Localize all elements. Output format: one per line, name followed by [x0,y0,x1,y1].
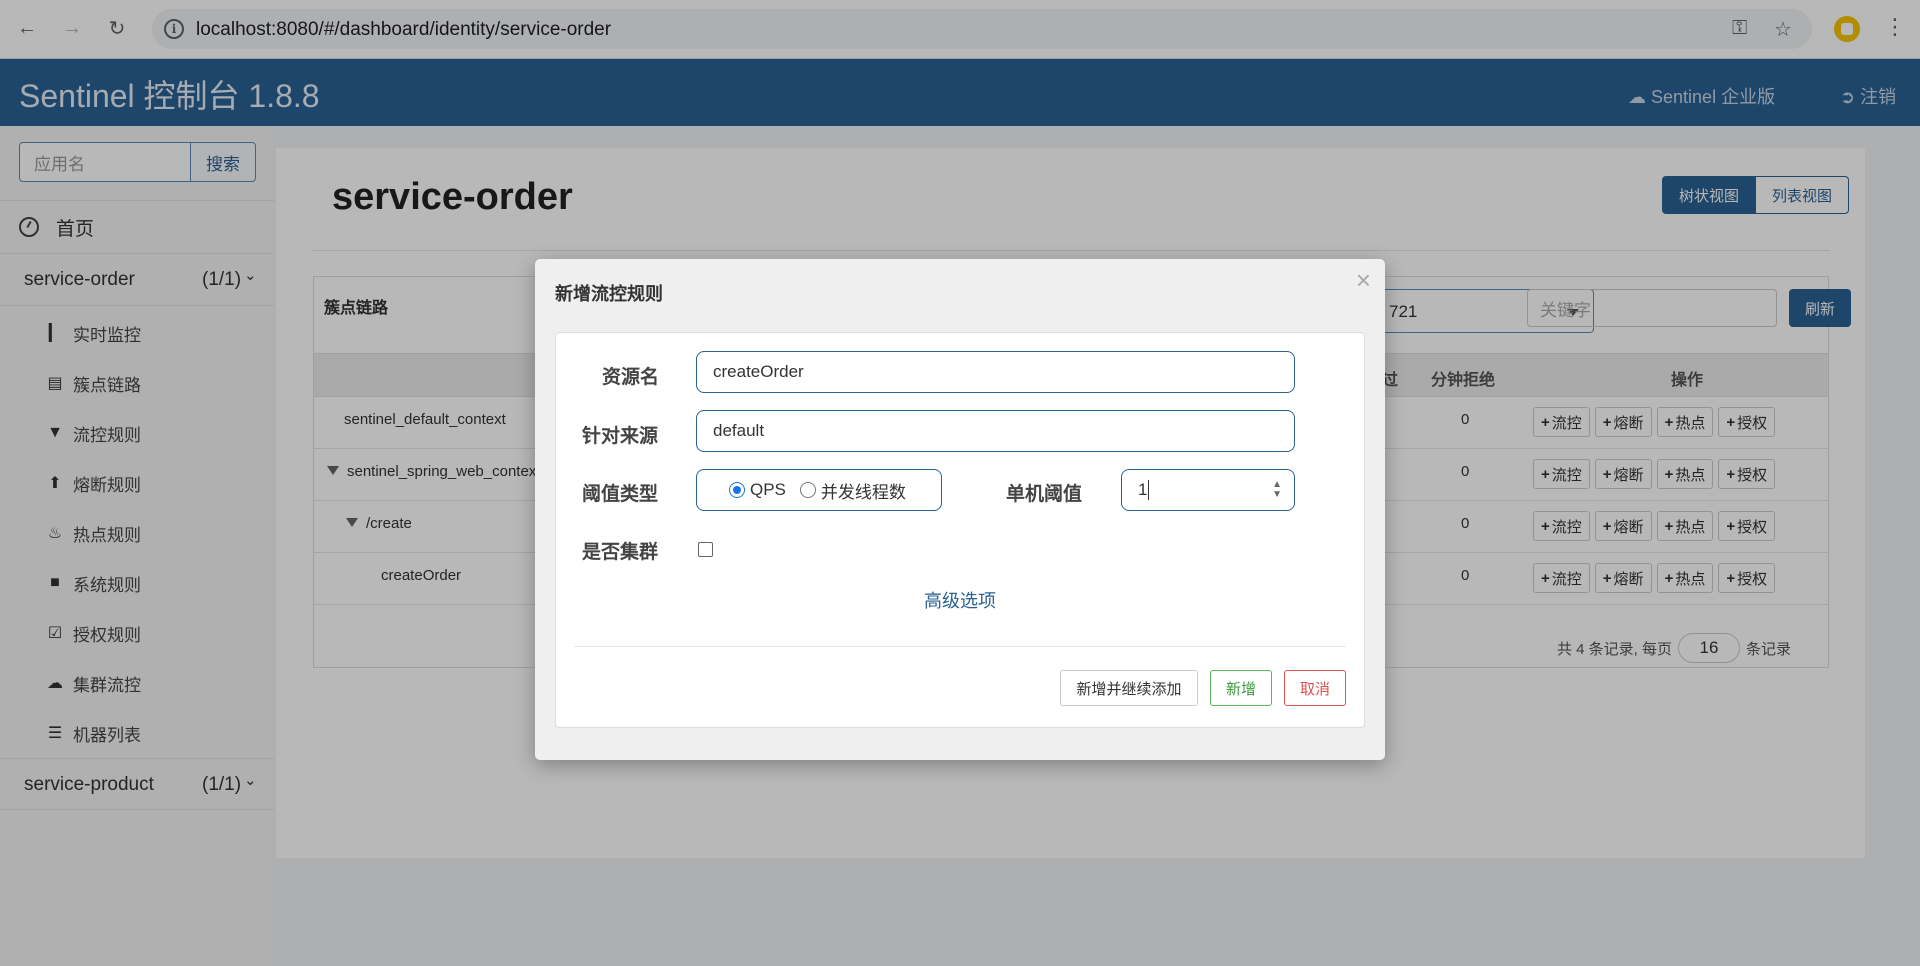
add-button[interactable]: 新增 [1210,670,1272,706]
threshold-type-group: QPS 并发线程数 [696,469,942,511]
add-and-continue-button[interactable]: 新增并继续添加 [1060,670,1198,706]
resource-input[interactable]: createOrder [696,351,1295,393]
dialog-body: 资源名 createOrder 针对来源 default 阈值类型 QPS 并发… [555,332,1365,728]
divider [574,646,1346,647]
add-flow-rule-dialog: 新增流控规则 × 资源名 createOrder 针对来源 default 阈值… [535,259,1385,760]
single-threshold-label: 单机阈值 [1006,484,1083,505]
close-icon[interactable]: × [1356,267,1371,293]
origin-label: 针对来源 [582,426,659,447]
cluster-checkbox[interactable] [698,542,713,557]
advanced-options-link[interactable]: 高级选项 [924,587,996,613]
single-threshold-input[interactable]: 1 ▲ ▼ [1121,469,1295,511]
cluster-label: 是否集群 [582,542,659,563]
threads-radio[interactable] [799,482,816,498]
threshold-type-label: 阈值类型 [582,484,659,505]
qps-radio[interactable] [729,482,745,498]
number-spinner-icon[interactable]: ▲ ▼ [1272,480,1282,500]
resource-label: 资源名 [602,367,660,388]
origin-input[interactable]: default [696,410,1295,452]
dialog-title: 新增流控规则 [555,284,663,304]
cancel-button[interactable]: 取消 [1284,670,1346,706]
